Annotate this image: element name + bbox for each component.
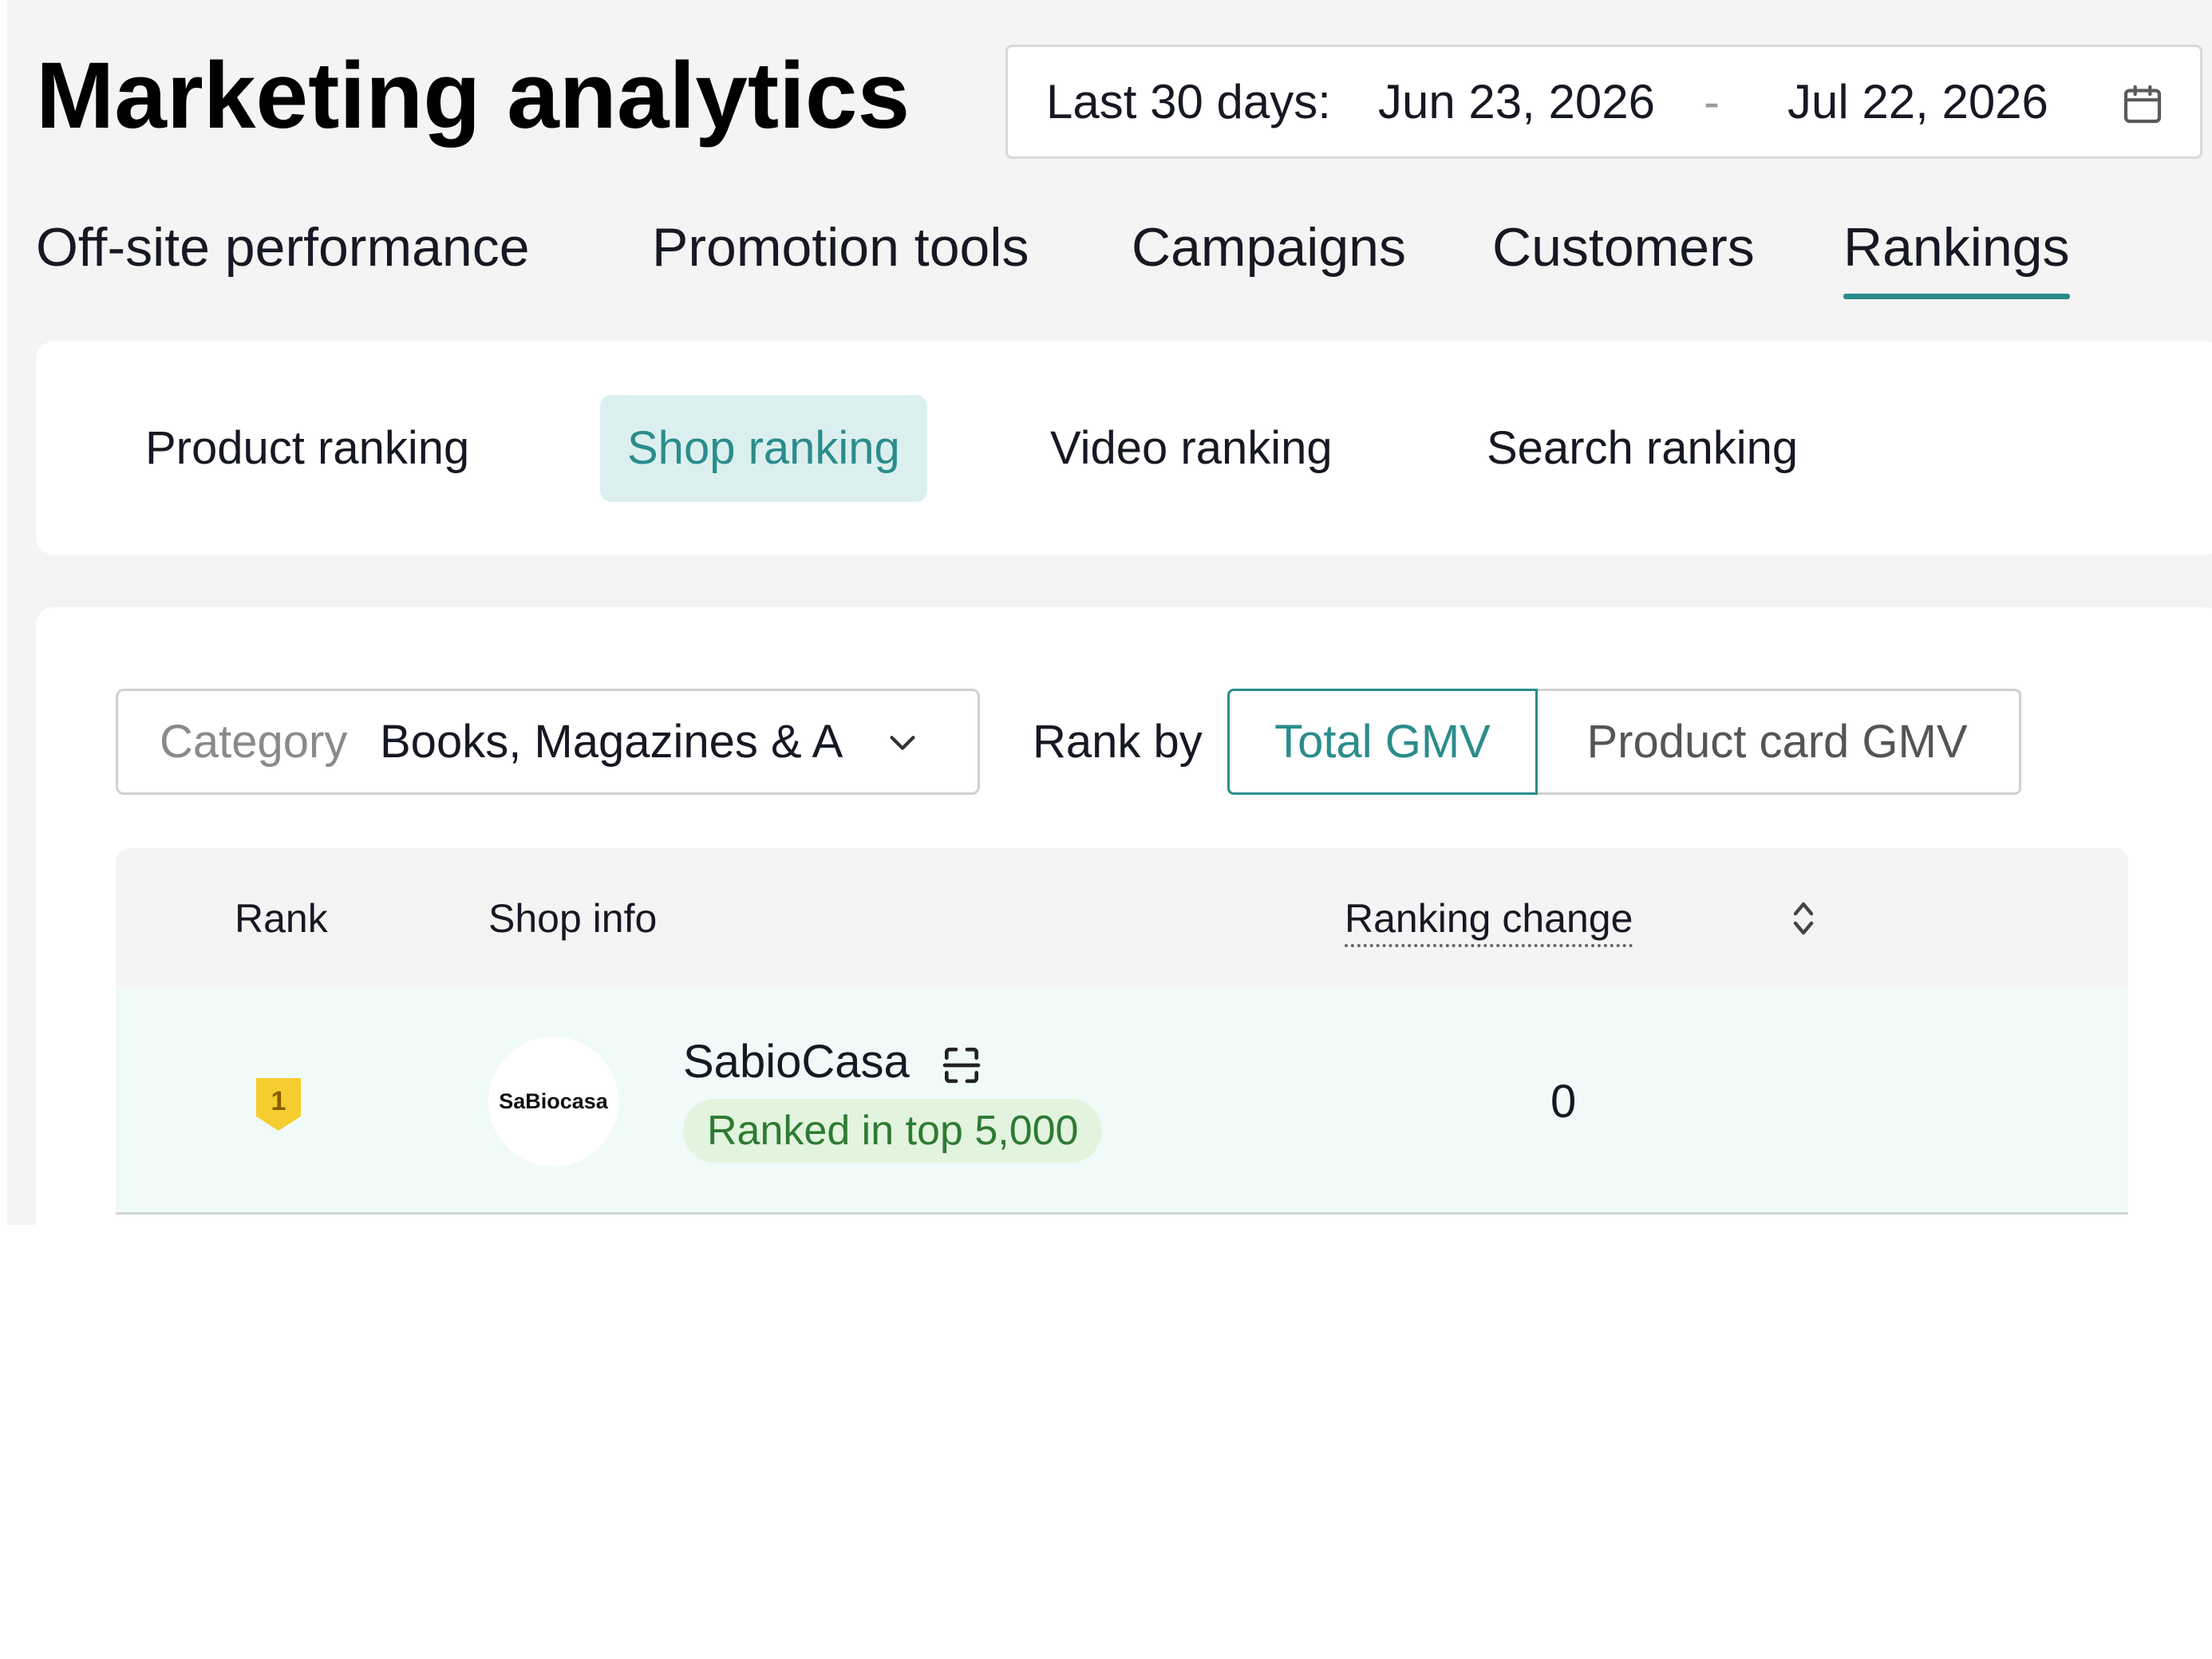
- ranking-content-card: Category Books, Magazines & A Rank by To…: [36, 607, 2212, 1225]
- page-title: Marketing analytics: [36, 43, 910, 148]
- date-range-start[interactable]: Jun 23, 2026: [1378, 47, 1655, 156]
- sort-icon[interactable]: [1787, 898, 1819, 939]
- subtab-shop-ranking[interactable]: Shop ranking: [600, 395, 927, 502]
- subtab-video-ranking[interactable]: Video ranking: [1050, 395, 1333, 502]
- date-range-end[interactable]: Jul 22, 2026: [1787, 47, 2048, 156]
- calendar-icon[interactable]: [2120, 82, 2165, 127]
- column-header-shop-info: Shop info: [488, 896, 658, 941]
- column-header-rank: Rank: [235, 896, 328, 941]
- rank-by-total-gmv[interactable]: Total GMV: [1227, 689, 1538, 795]
- rank-badge-icon: 1: [256, 1078, 301, 1131]
- ranking-change-value: 0: [1550, 1076, 1577, 1128]
- date-range-separator: -: [1704, 75, 1720, 128]
- shop-link-icon[interactable]: [939, 1043, 984, 1088]
- ranking-type-card: Product ranking Shop ranking Video ranki…: [36, 342, 2212, 555]
- ranking-change-header-label: Ranking change: [1345, 896, 1633, 947]
- date-range-picker[interactable]: Last 30 days: Jun 23, 2026 - Jul 22, 202…: [1005, 45, 2202, 159]
- category-label: Category: [160, 716, 348, 768]
- subtab-search-ranking[interactable]: Search ranking: [1487, 395, 1798, 502]
- tab-off-site-performance[interactable]: Off-site performance: [36, 211, 530, 283]
- tab-customers[interactable]: Customers: [1492, 211, 1755, 283]
- category-select[interactable]: Category Books, Magazines & A: [116, 689, 980, 795]
- table-header: Rank Shop info Ranking change: [116, 848, 2128, 989]
- chevron-down-icon: [890, 736, 915, 750]
- marketing-analytics-app: Marketing analytics Last 30 days: Jun 23…: [7, 0, 2212, 1225]
- shop-name[interactable]: SabioCasa: [683, 1030, 910, 1094]
- tab-rankings[interactable]: Rankings: [1843, 211, 2070, 299]
- subtab-product-ranking[interactable]: Product ranking: [145, 395, 469, 502]
- category-value: Books, Magazines & A: [380, 716, 843, 768]
- tab-campaigns[interactable]: Campaigns: [1132, 211, 1406, 283]
- tab-promotion-tools[interactable]: Promotion tools: [652, 211, 1029, 283]
- shop-logo-text: SaBiocasa: [499, 1089, 609, 1113]
- ranked-top-tag: Ranked in top 5,000: [683, 1099, 1103, 1163]
- rank-by-label: Rank by: [1033, 716, 1203, 768]
- rank-by-product-card-gmv[interactable]: Product card GMV: [1535, 689, 2021, 795]
- rank-number: 1: [271, 1086, 286, 1116]
- shop-logo: SaBiocasa: [488, 1037, 618, 1167]
- shop-avatar[interactable]: SaBiocasa: [488, 1037, 618, 1167]
- column-header-ranking-change[interactable]: Ranking change: [1345, 848, 1633, 989]
- date-range-label: Last 30 days:: [1046, 75, 1331, 128]
- table-row[interactable]: 1 SaBiocasa SabioCasa Ranked in top 5,00…: [116, 989, 2128, 1215]
